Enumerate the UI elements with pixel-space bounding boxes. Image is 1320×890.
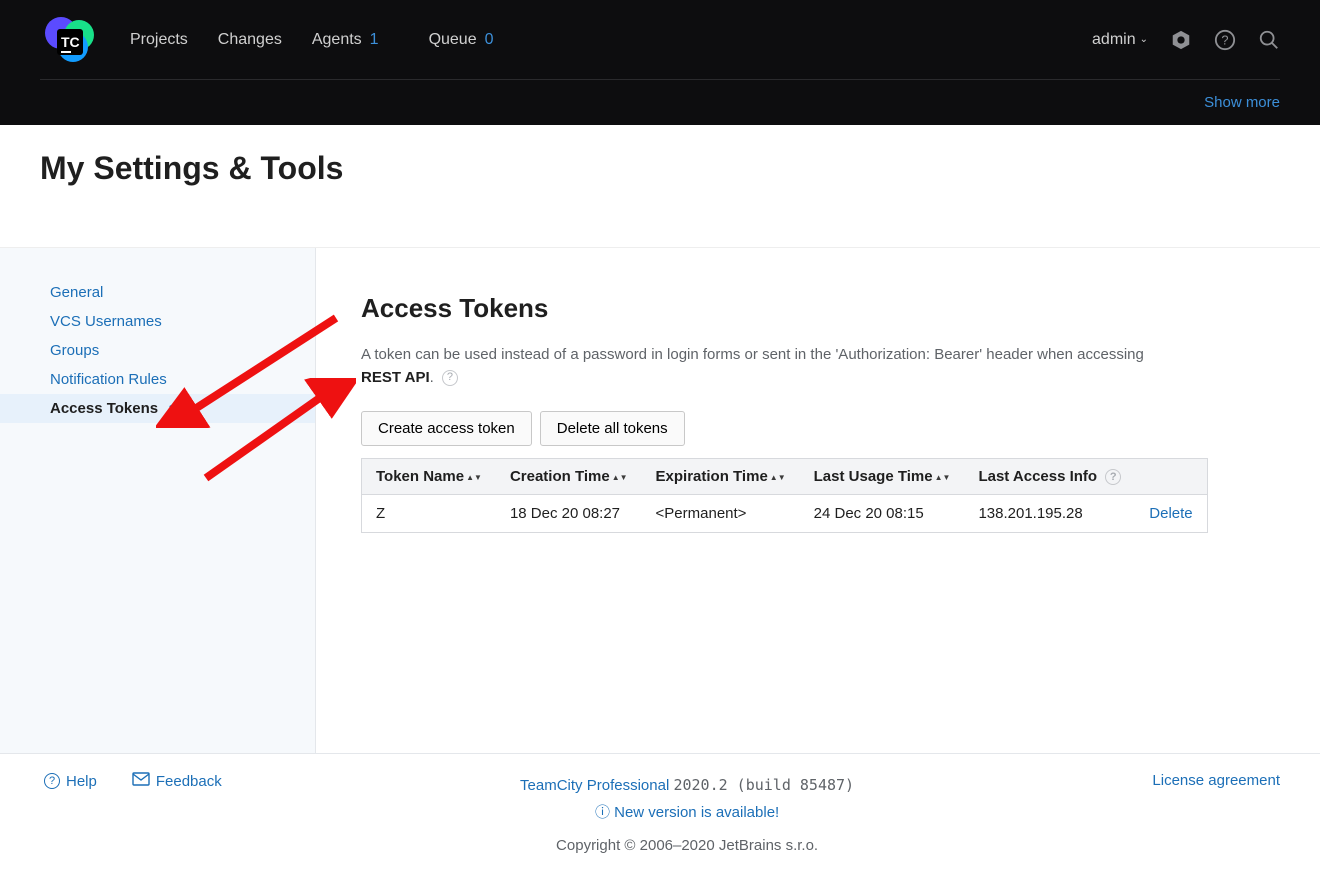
- nav-projects-label: Projects: [130, 31, 188, 49]
- search-icon[interactable]: [1258, 29, 1280, 51]
- nav-projects[interactable]: Projects: [130, 31, 188, 49]
- sort-icon: ▲▼: [770, 475, 786, 480]
- sidebar-item-label: General: [50, 284, 103, 301]
- create-access-token-button[interactable]: Create access token: [361, 411, 532, 446]
- new-version-link[interactable]: New version is available!: [614, 804, 779, 821]
- sidebar-item-access-tokens[interactable]: Access Tokens 1: [0, 394, 315, 423]
- col-last-usage-time[interactable]: Last Usage Time▲▼: [800, 459, 965, 495]
- show-more-link[interactable]: Show more: [1204, 94, 1280, 111]
- sort-icon: ▲▼: [612, 475, 628, 480]
- page-title: My Settings & Tools: [40, 150, 1280, 187]
- col-label: Last Usage Time: [814, 468, 933, 485]
- sort-icon: ▲▼: [935, 475, 951, 480]
- section-description: A token can be used instead of a passwor…: [361, 344, 1181, 389]
- cell-creation-time: 18 Dec 20 08:27: [496, 495, 642, 533]
- col-last-access-info: Last Access Info ?: [964, 459, 1135, 495]
- help-icon[interactable]: ?: [1214, 29, 1236, 51]
- sidebar-item-label: Access Tokens: [50, 400, 158, 417]
- sidebar-item-general[interactable]: General: [0, 278, 315, 307]
- info-icon: ⓘ: [595, 804, 610, 821]
- top-bar: TC Projects Changes Agents 1 Queue 0 adm…: [0, 0, 1320, 125]
- section-heading: Access Tokens: [361, 293, 1280, 324]
- chevron-down-icon: ⌄: [1140, 34, 1148, 45]
- delete-all-tokens-button[interactable]: Delete all tokens: [540, 411, 685, 446]
- delete-token-link[interactable]: Delete: [1149, 505, 1192, 522]
- top-bar-main: TC Projects Changes Agents 1 Queue 0 adm…: [40, 0, 1280, 80]
- main-content: Access Tokens A token can be used instea…: [316, 248, 1320, 753]
- svg-text:TC: TC: [61, 34, 80, 50]
- col-creation-time[interactable]: Creation Time▲▼: [496, 459, 642, 495]
- main-nav: Projects Changes Agents 1 Queue 0: [130, 31, 1092, 49]
- settings-sidebar: General VCS Usernames Groups Notificatio…: [0, 248, 316, 753]
- desc-post: .: [430, 369, 434, 386]
- footer-center: TeamCity Professional 2020.2 (build 8548…: [222, 772, 1153, 859]
- sidebar-item-notification-rules[interactable]: Notification Rules: [0, 365, 315, 394]
- cell-expiration-time: <Permanent>: [642, 495, 800, 533]
- footer-left: ? Help Feedback: [40, 772, 222, 790]
- product-link[interactable]: TeamCity Professional: [520, 777, 669, 794]
- col-label: Last Access Info: [978, 468, 1097, 485]
- cell-last-access-info: 138.201.195.28: [964, 495, 1135, 533]
- nav-agents-count: 1: [370, 31, 379, 49]
- sidebar-item-label: Groups: [50, 342, 99, 359]
- help-inline-icon[interactable]: ?: [1105, 469, 1121, 485]
- col-expiration-time[interactable]: Expiration Time▲▼: [642, 459, 800, 495]
- col-token-name[interactable]: Token Name▲▼: [362, 459, 496, 495]
- nav-queue[interactable]: Queue 0: [429, 31, 494, 49]
- cell-last-usage-time: 24 Dec 20 08:15: [800, 495, 965, 533]
- footer: ? Help Feedback TeamCity Professional 20…: [0, 753, 1320, 865]
- sidebar-item-vcs-usernames[interactable]: VCS Usernames: [0, 307, 315, 336]
- svg-text:?: ?: [1221, 32, 1228, 47]
- col-label: Creation Time: [510, 468, 610, 485]
- col-actions: [1135, 459, 1207, 495]
- footer-feedback-link[interactable]: Feedback: [132, 772, 222, 790]
- footer-help-label: Help: [66, 773, 97, 790]
- sidebar-item-label: VCS Usernames: [50, 313, 162, 330]
- nav-queue-label: Queue: [429, 31, 477, 49]
- top-bar-sub: Show more: [40, 80, 1280, 125]
- tokens-table-head: Token Name▲▼ Creation Time▲▼ Expiration …: [362, 459, 1208, 495]
- sidebar-item-groups[interactable]: Groups: [0, 336, 315, 365]
- table-row: Z 18 Dec 20 08:27 <Permanent> 24 Dec 20 …: [362, 495, 1208, 533]
- nav-agents-label: Agents: [312, 31, 362, 49]
- col-label: Token Name: [376, 468, 464, 485]
- nav-queue-count: 0: [485, 31, 494, 49]
- user-menu[interactable]: admin ⌄: [1092, 31, 1148, 49]
- nav-changes-label: Changes: [218, 31, 282, 49]
- teamcity-logo[interactable]: TC: [40, 10, 100, 70]
- desc-pre: A token can be used instead of a passwor…: [361, 346, 1144, 363]
- title-bar: My Settings & Tools: [0, 125, 1320, 248]
- copyright: Copyright © 2006–2020 JetBrains s.r.o.: [222, 832, 1153, 859]
- footer-feedback-label: Feedback: [156, 773, 222, 790]
- sidebar-item-label: Notification Rules: [50, 371, 167, 388]
- sidebar-item-badge: 1: [168, 401, 176, 417]
- top-bar-right: admin ⌄ ?: [1092, 29, 1280, 51]
- product-version: 2020.2 (build 85487): [673, 776, 854, 794]
- user-name: admin: [1092, 31, 1136, 49]
- help-icon: ?: [44, 773, 60, 789]
- desc-bold: REST API: [361, 369, 430, 386]
- cell-token-name: Z: [362, 495, 496, 533]
- footer-help-link[interactable]: ? Help: [40, 772, 97, 790]
- page-body: General VCS Usernames Groups Notificatio…: [0, 248, 1320, 753]
- license-agreement-link[interactable]: License agreement: [1152, 772, 1280, 789]
- col-label: Expiration Time: [656, 468, 768, 485]
- help-inline-icon[interactable]: ?: [442, 370, 458, 386]
- mail-icon: [132, 772, 150, 790]
- admin-gear-icon[interactable]: [1170, 29, 1192, 51]
- tokens-table: Token Name▲▼ Creation Time▲▼ Expiration …: [361, 458, 1208, 533]
- sort-icon: ▲▼: [466, 475, 482, 480]
- nav-agents[interactable]: Agents 1: [312, 31, 379, 49]
- action-buttons: Create access token Delete all tokens: [361, 411, 1280, 446]
- nav-changes[interactable]: Changes: [218, 31, 282, 49]
- logo-icon: TC: [43, 13, 97, 67]
